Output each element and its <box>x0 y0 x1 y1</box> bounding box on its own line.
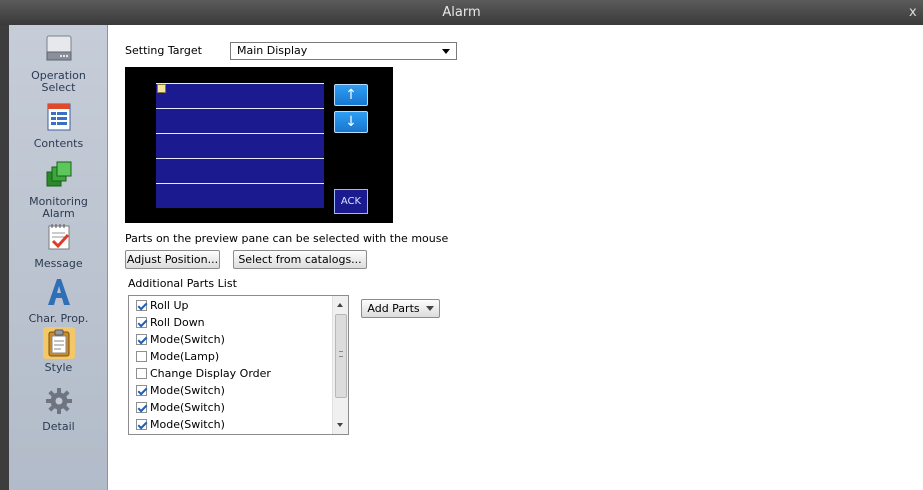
checkbox[interactable] <box>136 300 147 311</box>
sidebar-item-operation-select[interactable]: Operation Select <box>9 32 108 94</box>
sidebar-item-label: Char. Prop. <box>28 312 89 325</box>
sidebar-item-label-line2: Alarm <box>42 207 75 220</box>
list-item[interactable]: Change Display Order <box>136 365 271 382</box>
list-item[interactable]: Mode(Lamp) <box>136 348 219 365</box>
roll-down-button[interactable]: ↓ <box>334 111 368 133</box>
scroll-up-icon[interactable] <box>337 303 343 307</box>
letter-a-icon <box>9 277 108 310</box>
window-title: Alarm <box>442 5 481 20</box>
list-item[interactable]: Roll Up <box>136 297 189 314</box>
list-item-label: Mode(Lamp) <box>150 350 220 363</box>
chevron-down-icon <box>442 49 450 54</box>
setting-target-select[interactable]: Main Display <box>230 42 457 60</box>
scroll-down-icon[interactable] <box>337 423 343 427</box>
list-scrollbar[interactable] <box>332 296 348 434</box>
roll-up-button[interactable]: ↑ <box>334 84 368 106</box>
sidebar-item-message[interactable]: Message <box>9 222 108 270</box>
preview-row-2[interactable] <box>156 108 324 133</box>
window-frame <box>0 25 9 490</box>
drive-icon <box>9 32 108 67</box>
clipboard-icon <box>42 327 75 359</box>
sidebar-item-detail[interactable]: Detail <box>9 387 108 433</box>
sidebar-item-contents[interactable]: Contents <box>9 102 108 150</box>
checkbox[interactable] <box>136 402 147 413</box>
green-stack-icon <box>9 160 108 193</box>
scroll-thumb[interactable] <box>335 314 347 398</box>
additional-parts-list[interactable]: Roll Up Roll Down Mode(Switch) Mode(Lamp… <box>128 295 349 435</box>
list-item-label: Mode(Switch) <box>150 401 225 414</box>
adjust-position-button[interactable]: Adjust Position... <box>125 250 220 269</box>
sidebar-item-label: Detail <box>42 420 75 433</box>
sidebar: Operation Select Contents Monitoring Ala… <box>9 25 108 490</box>
checkbox[interactable] <box>136 334 147 345</box>
list-item-label: Roll Up <box>150 299 189 312</box>
additional-parts-label: Additional Parts List <box>128 277 237 290</box>
preview-row-3[interactable] <box>156 133 324 158</box>
checkbox[interactable] <box>136 317 147 328</box>
message-check-icon <box>9 222 108 255</box>
list-item-label: Mode(Switch) <box>150 418 225 431</box>
sidebar-item-label-line2: Select <box>41 81 76 94</box>
close-icon[interactable]: x <box>909 0 923 25</box>
sidebar-item-style[interactable]: Style <box>9 327 108 374</box>
preview-pane[interactable]: ↑ ↓ ACK <box>125 67 393 223</box>
list-item[interactable]: Mode(Switch) <box>136 399 225 416</box>
add-parts-label: Add Parts <box>367 302 420 315</box>
preview-hint: Parts on the preview pane can be selecte… <box>125 232 449 245</box>
list-item[interactable]: Mode(Switch) <box>136 416 225 433</box>
sidebar-item-label: Style <box>44 361 73 374</box>
selection-marker-icon <box>157 84 166 93</box>
list-document-icon <box>9 102 108 135</box>
sidebar-item-monitoring-alarm[interactable]: Monitoring Alarm <box>9 160 108 220</box>
setting-target-label: Setting Target <box>125 44 202 57</box>
main-content: Setting Target Main Display ↑ ↓ ACK Part… <box>109 25 923 490</box>
sidebar-item-char-prop[interactable]: Char. Prop. <box>9 277 108 325</box>
checkbox[interactable] <box>136 419 147 430</box>
preview-row-5[interactable] <box>156 183 324 208</box>
list-item[interactable]: Mode(Switch) <box>136 331 225 348</box>
list-item-label: Change Display Order <box>150 367 271 380</box>
sidebar-item-label: Contents <box>33 137 84 150</box>
checkbox[interactable] <box>136 351 147 362</box>
add-parts-button[interactable]: Add Parts <box>361 299 440 318</box>
grip-icon <box>339 351 343 357</box>
ack-button[interactable]: ACK <box>334 189 368 214</box>
list-item-label: Mode(Switch) <box>150 333 225 346</box>
checkbox[interactable] <box>136 368 147 379</box>
gear-icon <box>9 387 108 418</box>
setting-target-value: Main Display <box>237 44 308 57</box>
window-title-bar: Alarm x <box>0 0 923 25</box>
checkbox[interactable] <box>136 385 147 396</box>
sidebar-item-label: Message <box>34 257 83 270</box>
preview-row-4[interactable] <box>156 158 324 183</box>
list-item[interactable]: Roll Down <box>136 314 205 331</box>
list-item[interactable]: Mode(Switch) <box>136 382 225 399</box>
list-item-label: Mode(Switch) <box>150 384 225 397</box>
select-from-catalogs-button[interactable]: Select from catalogs... <box>233 250 367 269</box>
preview-row-1[interactable] <box>156 83 324 108</box>
chevron-down-icon <box>425 306 434 311</box>
list-item-label: Roll Down <box>150 316 205 329</box>
